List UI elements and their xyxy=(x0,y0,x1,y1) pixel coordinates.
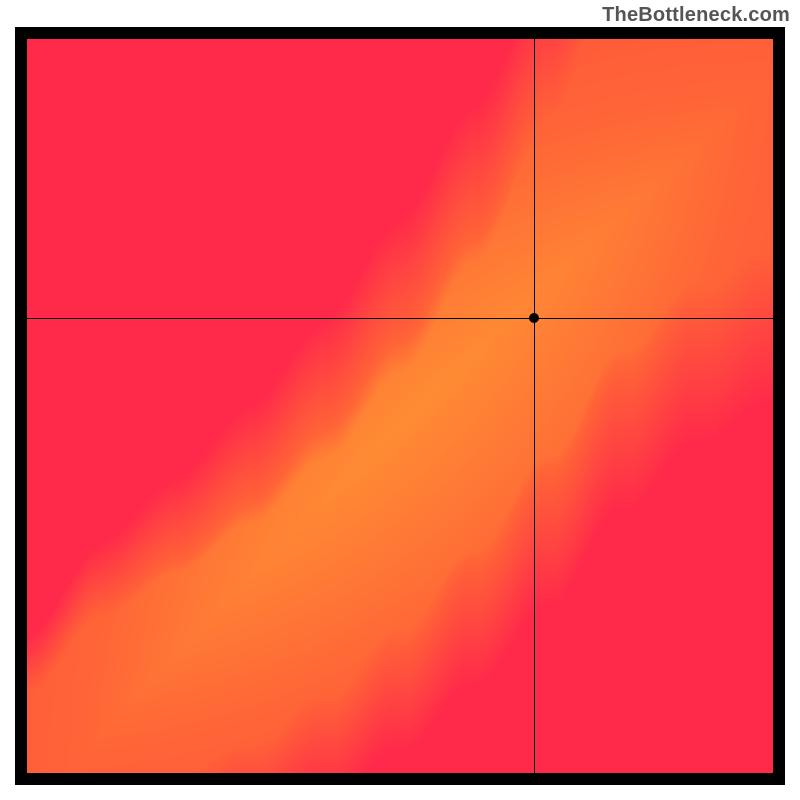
crosshair-horizontal xyxy=(27,318,773,319)
marker-dot xyxy=(529,313,539,323)
chart-frame xyxy=(15,27,785,785)
heatmap-plot xyxy=(27,39,773,773)
heatmap-canvas xyxy=(27,39,773,773)
watermark-text: TheBottleneck.com xyxy=(602,4,790,27)
crosshair-vertical xyxy=(534,39,535,773)
chart-root: TheBottleneck.com xyxy=(0,0,800,800)
